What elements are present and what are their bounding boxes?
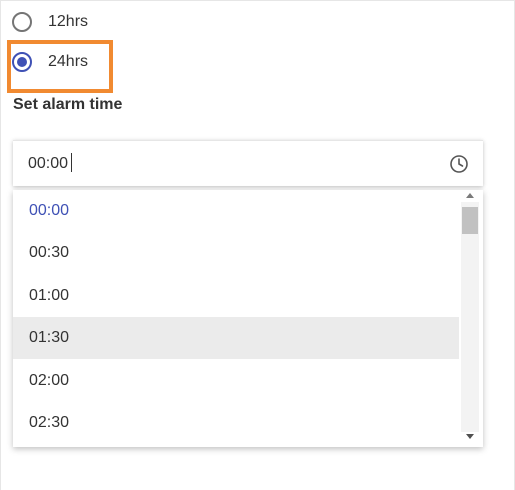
radio-24hrs-label: 24hrs [48,53,89,70]
radio-12hrs-circle[interactable] [12,12,32,32]
radio-24hrs[interactable]: 24hrs [12,49,88,75]
time-input[interactable]: 00:00 [13,140,483,186]
time-option-0130[interactable]: 01:30 [13,317,459,359]
radio-24hrs-circle[interactable] [12,52,32,72]
time-option-0230[interactable]: 02:30 [13,402,459,444]
scroll-up-arrow-icon[interactable] [466,193,474,198]
set-alarm-time-label: Set alarm time [13,96,123,113]
radio-24hrs-dot [17,57,27,67]
time-options-dropdown[interactable]: 00:00 00:30 01:00 01:30 02:00 02:30 [13,190,483,447]
radio-12hrs-label: 12hrs [48,13,89,30]
radio-12hrs[interactable]: 12hrs [12,9,88,35]
time-option-0100[interactable]: 01:00 [13,275,459,317]
dropdown-scrollbar[interactable] [459,190,483,447]
frame-border-left [0,0,1,490]
frame-border-top [0,0,515,1]
time-option-0000[interactable]: 00:00 [13,190,459,232]
scroll-down-arrow-icon[interactable] [466,434,474,439]
text-caret [71,153,73,172]
time-option-0200[interactable]: 02:00 [13,360,459,402]
time-input-value[interactable]: 00:00 [28,153,73,173]
time-option-0030[interactable]: 00:30 [13,232,459,274]
scroll-track[interactable] [461,202,479,432]
scroll-thumb[interactable] [462,207,478,234]
clock-icon[interactable] [449,154,469,174]
